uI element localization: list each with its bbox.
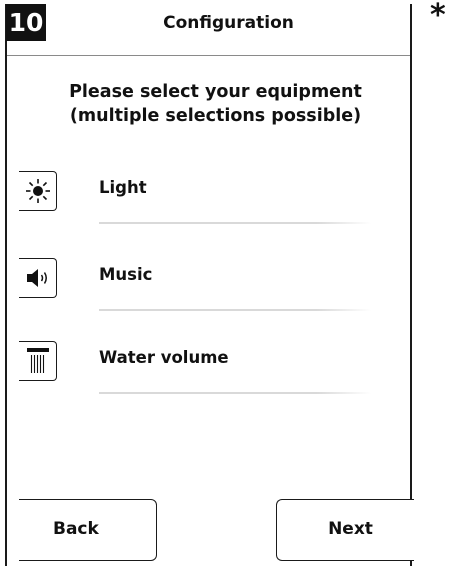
equipment-divider [99,222,371,224]
equipment-item-water-volume[interactable]: Water volume [7,341,410,394]
equipment-item-music[interactable]: Music [7,258,410,311]
light-toggle-button[interactable] [19,171,57,211]
equipment-label-music: Music [99,265,153,284]
water-volume-toggle-button[interactable] [19,341,57,381]
next-button[interactable]: Next [276,499,414,561]
sun-icon [25,179,50,203]
footnote-marker: * [430,0,446,33]
prompt-line-1: Please select your equipment [69,82,362,102]
device-screen: 10 Configuration Please select your equi… [5,4,414,566]
equipment-divider [99,392,371,394]
equipment-label-water-volume: Water volume [99,348,229,367]
page-title: Configuration [163,13,294,33]
equipment-divider [99,309,371,311]
equipment-item-light[interactable]: Light [7,171,410,224]
selection-prompt: Please select your equipment (multiple s… [37,80,394,128]
shower-head-icon [26,348,49,373]
header-divider [7,55,410,56]
step-number-badge: 10 [6,4,46,41]
prompt-line-2: (multiple selections possible) [69,106,362,126]
equipment-label-light: Light [99,178,147,197]
back-button[interactable]: Back [19,499,157,561]
music-toggle-button[interactable] [19,258,57,298]
speaker-icon [26,269,47,287]
